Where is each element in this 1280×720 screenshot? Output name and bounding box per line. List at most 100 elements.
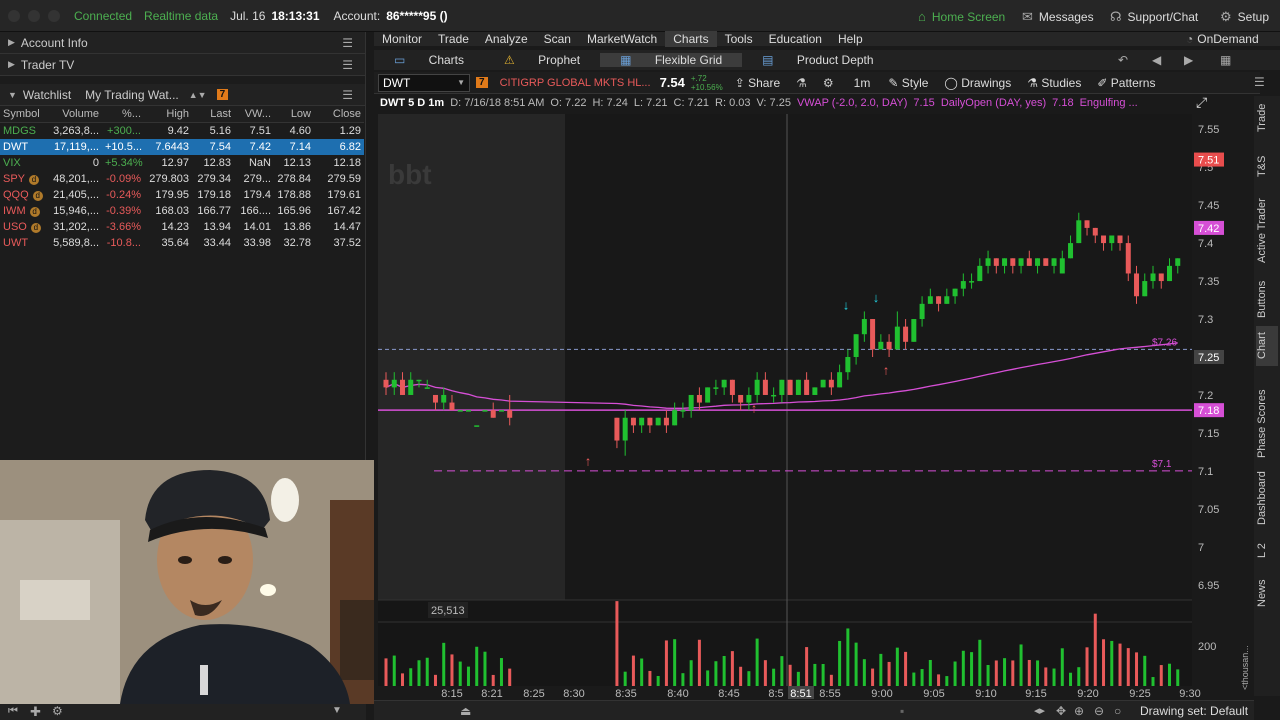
drawing-set-label[interactable]: Drawing set: Default [1140,704,1248,718]
column-header-high-col[interactable]: High [144,106,192,123]
support-chat-button[interactable]: ☊ Support/Chat [1110,9,1198,25]
settings-icon[interactable]: ⚙ [52,704,63,718]
subtab-product-depth[interactable]: ▤ Product Depth [742,53,893,67]
collapse-panel-icon[interactable]: ⏏ [460,704,471,718]
menu-trade[interactable]: Trade [430,31,477,47]
side-tab-buttons[interactable]: Buttons [1256,276,1278,322]
watchlist-row[interactable]: USO d 31,202,... -3.66% 14.23 13.94 14.01 13.86… [0,219,364,235]
patterns-button[interactable]: ✐ Patterns [1097,76,1155,90]
undo-icon[interactable]: ↶ [1118,53,1128,67]
watchlist-row[interactable]: MDGS 3,263,8... +300... 9.42 5.16 7.51 4.60 1.2… [0,123,364,139]
column-header-last-col[interactable]: Last [192,106,234,123]
link-badge[interactable]: 7 [216,89,229,100]
drawings-button[interactable]: ◯ Drawings [944,76,1011,90]
column-header-close-col[interactable]: Close [314,106,364,123]
subtab-flexible-grid[interactable]: ▦ Flexible Grid [600,53,743,67]
side-tab-chart[interactable]: Chart [1256,326,1278,366]
column-header-symbol-col[interactable]: Symbol [0,106,50,123]
candle-body [1043,258,1049,266]
watchlist-row[interactable]: DWT 17,119,... +10.5... 7.6443 7.54 7.42 7.14 6… [0,138,364,155]
menu-icon[interactable]: ☰ [1254,75,1265,89]
account-info-header[interactable]: ▶ Account Info ☰ [0,32,365,54]
watchlist-row[interactable]: SPY d 48,201,... -0.09% 279.803 279.34 279... 2… [0,171,364,187]
watchlist-cell-symbol: SPY d [0,171,50,187]
home-screen-button[interactable]: ⌂ Home Screen [918,9,1005,24]
watchlist-name-select[interactable]: My Trading Wat... [85,88,179,102]
candle-body [474,425,480,427]
grid-icon[interactable]: ▦ [1220,53,1231,67]
column-header-low-col[interactable]: Low [274,106,314,123]
side-tab-trade[interactable]: Trade [1256,96,1278,140]
price-axis-tick: 6.95 [1198,580,1219,592]
settings-icon[interactable]: ⚙ [823,76,834,90]
daily-open-study[interactable]: DailyOpen (DAY, yes) [941,97,1046,109]
price-chart[interactable]: 7.557.57.457.47.357.37.257.27.157.17.057… [378,114,1254,700]
scroll-handle[interactable]: ▪ [900,704,904,718]
share-button[interactable]: ⇪ Share [735,76,780,90]
forward-arrow-icon[interactable]: ▶ [1184,53,1193,67]
menu-marketwatch[interactable]: MarketWatch [579,31,665,47]
menu-education[interactable]: Education [761,31,830,47]
skip-back-icon[interactable]: ⏮ [8,705,18,718]
menu-icon[interactable]: ☰ [342,36,353,50]
watchlist-row[interactable]: IWM d 15,946,... -0.39% 168.03 166.77 166.... 1… [0,203,364,219]
menu-help[interactable]: Help [830,31,871,47]
plus-icon[interactable]: ✚ [30,704,41,720]
watchlist-cell-pct: +300... [107,124,141,137]
menu-icon[interactable]: ☰ [342,58,353,72]
menu-icon[interactable]: ☰ [342,88,353,102]
column-header-vwap-col[interactable]: VW... [234,106,274,123]
column-header-percent-col[interactable]: %... [102,106,144,123]
column-header-volume-col[interactable]: Volume [50,106,102,123]
sort-arrows-icon[interactable]: ▲▼ [189,90,207,100]
menu-monitor[interactable]: Monitor [374,31,430,47]
candle-body [771,394,777,397]
subtab-prophet[interactable]: ⚠ Prophet [484,53,600,67]
window-maximize-icon[interactable] [48,9,60,22]
menu-scan[interactable]: Scan [536,31,579,47]
ondemand-button[interactable]: ◔ OnDemand [1186,32,1259,46]
candle-body [878,341,884,350]
side-tab-t-s[interactable]: T&S [1256,146,1278,186]
menu-tools[interactable]: Tools [717,31,761,47]
play-controls-icon[interactable]: ◂▸ [1034,704,1045,717]
zoom-out-icon[interactable]: ⊖ [1094,704,1104,718]
expand-icon[interactable]: ⤢ [1196,94,1207,111]
collapse-icon[interactable]: ▼ [332,705,342,716]
engulfing-study[interactable]: Engulfing ... [1080,97,1138,109]
chevron-down-icon[interactable]: ▼ [8,90,17,100]
volume-bar [1027,659,1031,686]
watchlist-row[interactable]: UWT 5,589,8... -10.8... 35.64 33.44 33.98 32.7… [0,235,364,251]
messages-button[interactable]: ✉ Messages [1022,9,1094,25]
studies-button[interactable]: ⚗ Studies [1027,76,1081,90]
menu-analyze[interactable]: Analyze [477,31,536,47]
setup-button[interactable]: ⚙ Setup [1220,9,1269,25]
zoom-in-icon[interactable]: ⊕ [1074,704,1084,718]
account-value[interactable]: 86*****95 () [386,9,447,23]
trader-tv-header[interactable]: ▶ Trader TV ☰ [0,54,365,76]
window-minimize-icon[interactable] [28,9,40,22]
studies-icon: ⚗ [1027,75,1038,90]
side-tab-news[interactable]: News [1256,576,1278,610]
style-button[interactable]: ✎ Style [888,76,928,90]
price-marker-label: 7.25 [1198,352,1219,364]
watchlist-cell-high: 279.803 [149,172,189,185]
subtab-charts[interactable]: ▭ Charts [374,53,484,67]
side-tab-active-trader[interactable]: Active Trader [1256,196,1278,266]
flask-icon[interactable]: ⚗ [796,76,807,90]
drawing-circle-icon[interactable]: ○ [1114,704,1121,718]
pan-icon[interactable]: ✥ [1056,704,1066,718]
side-tab-l-2[interactable]: L 2 [1256,536,1278,566]
symbol-input[interactable]: DWT ▼ [378,73,470,92]
watchlist-row[interactable]: VIX 0 +5.34% 12.97 12.83 NaN 12.13 12.18 [0,155,364,171]
back-arrow-icon[interactable]: ◀ [1152,53,1161,67]
window-close-icon[interactable] [8,9,20,22]
vwap-study[interactable]: VWAP (-2.0, 2.0, DAY) [797,97,907,109]
watchlist-row[interactable]: QQQ d 21,405,... -0.24% 179.95 179.18 179.4 178… [0,187,364,203]
candle-body [870,319,876,350]
link-badge[interactable]: 7 [476,77,488,88]
side-tab-phase-scores[interactable]: Phase Scores [1256,386,1278,462]
side-tab-dashboard[interactable]: Dashboard [1256,466,1278,530]
interval-select[interactable]: 1m [854,76,871,90]
menu-charts[interactable]: Charts [665,31,717,47]
